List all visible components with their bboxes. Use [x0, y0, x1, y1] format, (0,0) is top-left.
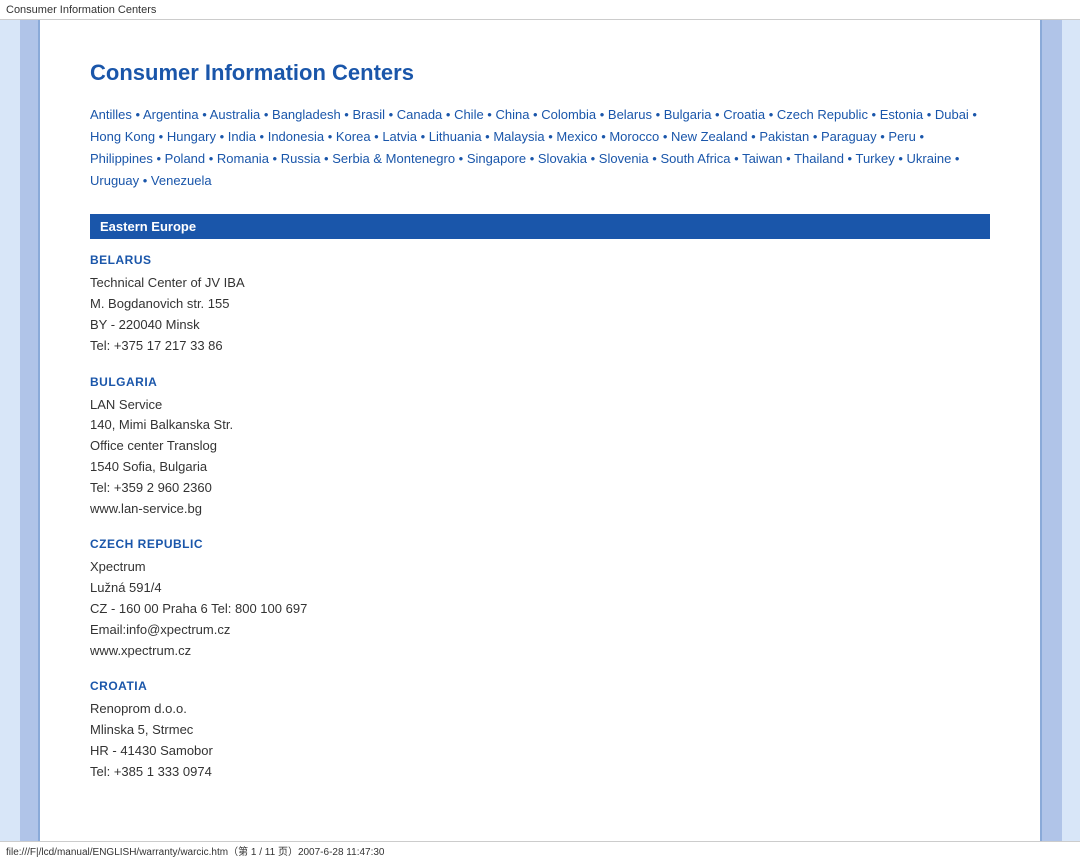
country-name-czech-republic: CZECH REPUBLIC [90, 537, 990, 551]
page-title: Consumer Information Centers [90, 60, 990, 86]
section-header-eastern-europe: Eastern Europe [90, 214, 990, 239]
country-name-belarus: BELARUS [90, 253, 990, 267]
country-name-croatia: CROATIA [90, 679, 990, 693]
country-section-bulgaria: BULGARIA LAN Service 140, Mimi Balkanska… [90, 375, 990, 520]
sidebar-left [0, 20, 40, 841]
country-details-belarus: Technical Center of JV IBA M. Bogdanovic… [90, 273, 990, 356]
country-section-croatia: CROATIA Renoprom d.o.o. Mlinska 5, Strme… [90, 679, 990, 782]
content-area: Consumer Information Centers Antilles • … [40, 20, 1040, 841]
country-links: Antilles • Argentina • Australia • Bangl… [90, 104, 990, 192]
country-name-bulgaria: BULGARIA [90, 375, 990, 389]
sidebar-left-inner [0, 20, 20, 841]
country-details-croatia: Renoprom d.o.o. Mlinska 5, Strmec HR - 4… [90, 699, 990, 782]
sidebar-right [1040, 20, 1080, 841]
content-wrapper: Consumer Information Centers Antilles • … [40, 20, 1040, 841]
main-layout: Consumer Information Centers Antilles • … [0, 20, 1080, 841]
country-details-czech-republic: Xpectrum Lužná 591/4 CZ - 160 00 Praha 6… [90, 557, 990, 661]
country-section-czech-republic: CZECH REPUBLIC Xpectrum Lužná 591/4 CZ -… [90, 537, 990, 661]
title-bar-text: Consumer Information Centers [6, 4, 156, 16]
status-bar: file:///F|/lcd/manual/ENGLISH/warranty/w… [0, 841, 1080, 859]
sidebar-right-inner [1062, 20, 1080, 841]
title-bar: Consumer Information Centers [0, 0, 1080, 20]
country-section-belarus: BELARUS Technical Center of JV IBA M. Bo… [90, 253, 990, 356]
status-bar-text: file:///F|/lcd/manual/ENGLISH/warranty/w… [6, 843, 385, 858]
country-links-text: Antilles • Argentina • Australia • Bangl… [90, 107, 977, 188]
country-details-bulgaria: LAN Service 140, Mimi Balkanska Str. Off… [90, 395, 990, 520]
section-header-label: Eastern Europe [100, 219, 196, 234]
